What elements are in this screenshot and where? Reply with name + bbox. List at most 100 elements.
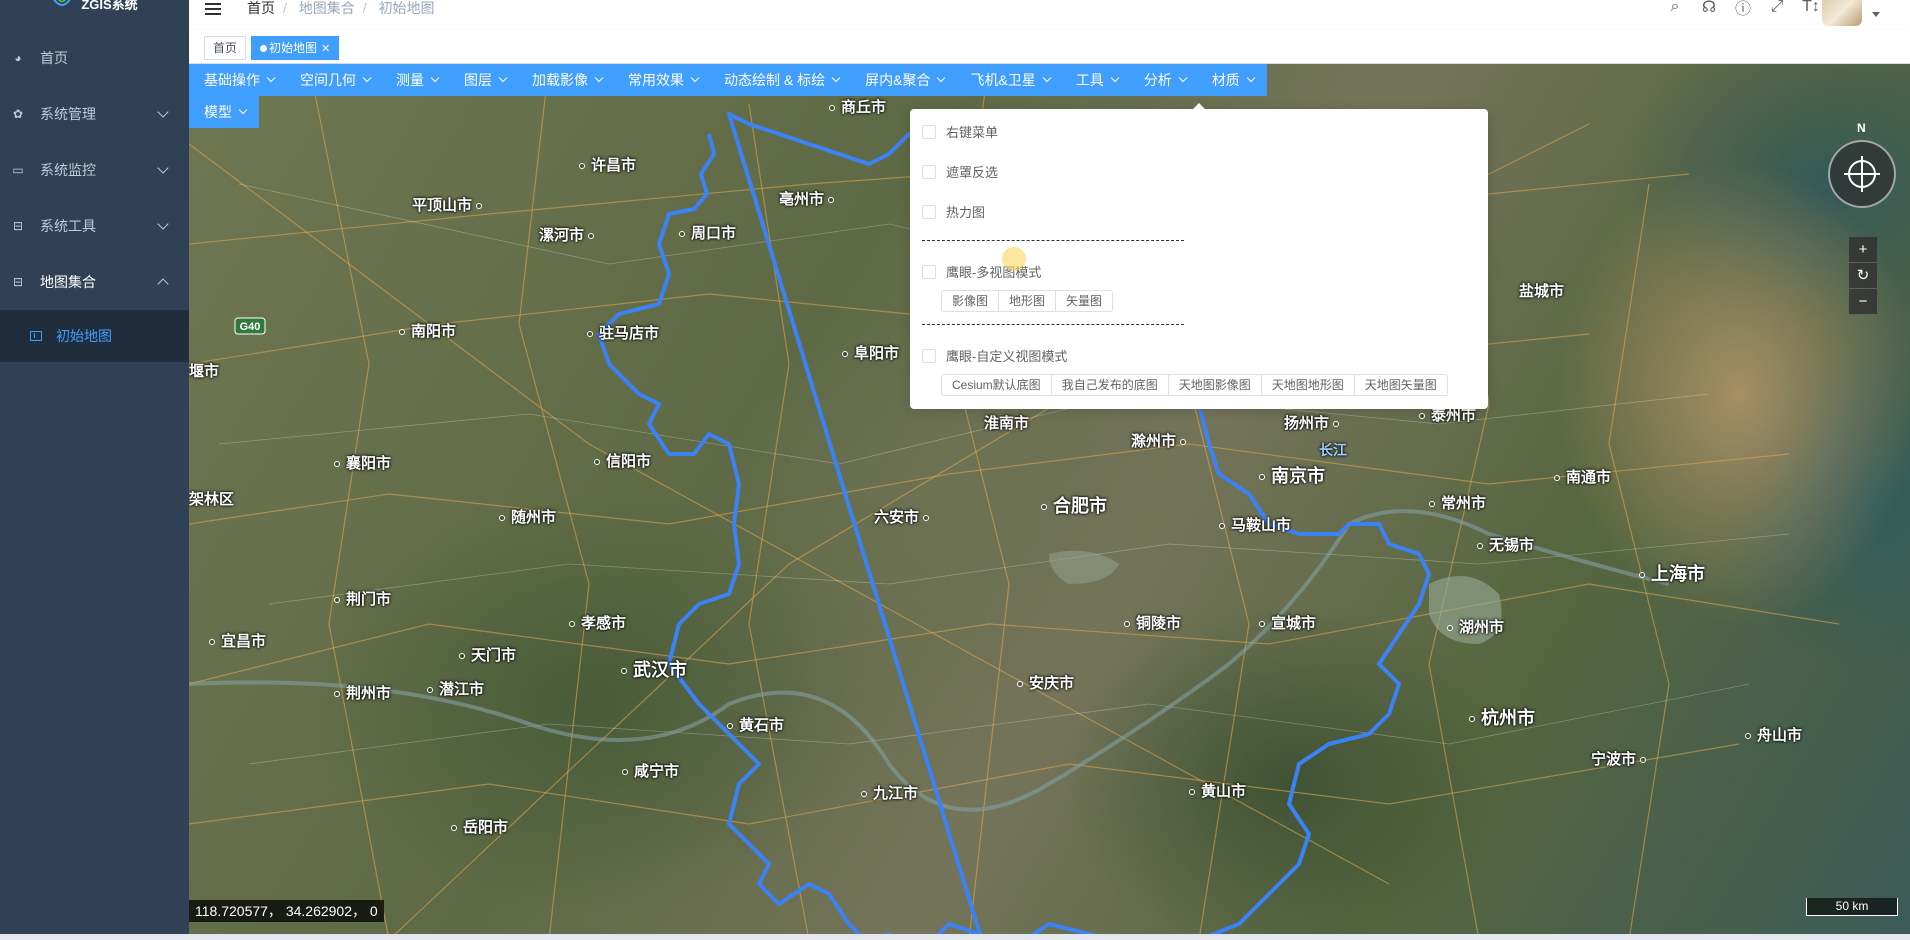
tag-initial-map[interactable]: 初始地图 ✕ [251, 36, 340, 60]
map-toolbar-row2: 模型 [189, 96, 259, 128]
imagery-map-button[interactable]: 影像图 [941, 290, 1000, 312]
header-tools: ⌕ ☊ ⓘ ⤢ T↕ [1666, 0, 1820, 18]
tianditu-vector-button[interactable]: 天地图矢量图 [1353, 374, 1448, 396]
search-icon[interactable]: ⌕ [1666, 0, 1684, 16]
menu-models[interactable]: 模型 [191, 96, 259, 128]
github-icon[interactable]: ☊ [1700, 0, 1718, 16]
city-label: 南京市 [1259, 462, 1325, 488]
city-label: 淮南市 [984, 415, 1030, 432]
sidebar-item-label: 地图集合 [40, 274, 96, 290]
chevron-down-icon [498, 73, 508, 83]
city-label: 平顶山市 [412, 194, 488, 215]
menu-spatial-geometry[interactable]: 空间几何 [287, 64, 383, 96]
multi-view-button-group: 影像图 地形图 矢量图 [941, 290, 1114, 312]
my-published-basemap-button[interactable]: 我自己发布的底图 [1050, 374, 1169, 396]
sidebar-item-system-tools[interactable]: ⊟ 系统工具 [0, 198, 189, 254]
checkbox[interactable] [922, 264, 936, 279]
menu-dynamic-draw[interactable]: 动态绘制 & 标绘 [711, 64, 852, 96]
divider [922, 240, 1184, 241]
bottom-scrollbar-track [0, 934, 1910, 940]
coordinate-readout: 118.720577， 34.262902， 0 [189, 900, 384, 922]
avatar[interactable] [1822, 0, 1862, 26]
breadcrumb-item[interactable]: 首页 [247, 0, 275, 16]
checkbox[interactable] [922, 204, 936, 219]
city-label: 黄石市 [727, 714, 784, 735]
cesium-default-basemap-button[interactable]: Cesium默认底图 [941, 374, 1052, 396]
font-size-icon[interactable]: T↕ [1802, 0, 1820, 16]
menu-layers[interactable]: 图层 [451, 64, 519, 96]
city-label: 湖州市 [1447, 616, 1504, 637]
chevron-down-icon [1178, 73, 1188, 83]
caret-down-icon[interactable] [1872, 12, 1880, 17]
sidebar-item-home[interactable]: ◕ 首页 [0, 30, 189, 86]
close-icon[interactable]: ✕ [321, 43, 330, 55]
reset-view-button[interactable]: ↻ [1849, 263, 1877, 289]
city-label: 周口市 [679, 222, 736, 243]
chevron-up-icon [157, 278, 169, 290]
city-label: 六安市 [874, 506, 935, 527]
hamburger-icon[interactable] [205, 0, 221, 15]
sidebar: ZGIS系统 ◕ 首页 ✿ 系统管理 ▭ 系统监控 ⊟ 系统工具 ⊟ 地图集合 [0, 0, 189, 940]
sidebar-nav: ◕ 首页 ✿ 系统管理 ▭ 系统监控 ⊟ 系统工具 ⊟ 地图集合 初始地图 [0, 30, 189, 362]
checkbox-heatmap[interactable]: 热力图 [922, 202, 985, 221]
checkbox-eagle-eye-custom-view[interactable]: 鹰眼-自定义视图模式 [922, 346, 1067, 365]
map-toolbar: 基础操作 空间几何 测量 图层 加载影像 常用效果 动态绘制 & 标绘 屏内&聚… [189, 64, 1267, 96]
chevron-down-icon [157, 106, 169, 118]
tools-dropdown-panel: 右键菜单 遮罩反选 热力图 鹰眼-多视图模式 影像图 地形图 矢量图 鹰眼-自定… [910, 109, 1488, 409]
city-label: 宜昌市 [209, 630, 266, 651]
menu-basic-ops[interactable]: 基础操作 [191, 64, 287, 96]
tag-label: 初始地图 [269, 41, 318, 55]
menu-common-effects[interactable]: 常用效果 [615, 64, 711, 96]
chevron-down-icon [157, 218, 169, 230]
menu-aircraft-satellite[interactable]: 飞机&卫星 [957, 64, 1062, 96]
checkbox[interactable] [922, 164, 936, 179]
fullscreen-icon[interactable]: ⤢ [1768, 0, 1786, 16]
mouse-cursor-highlight [1002, 247, 1026, 271]
sidebar-item-label: 系统管理 [40, 106, 96, 122]
sidebar-subitem-initial-map[interactable]: 初始地图 [0, 310, 189, 362]
monitor-icon: ▭ [12, 163, 24, 177]
city-label: 武汉市 [621, 656, 687, 682]
tianditu-terrain-button[interactable]: 天地图地形图 [1260, 374, 1355, 396]
sidebar-item-system-management[interactable]: ✿ 系统管理 [0, 86, 189, 142]
chevron-down-icon [831, 73, 841, 83]
menu-tools[interactable]: 工具 [1063, 64, 1131, 96]
checkbox-label: 鹰眼-多视图模式 [946, 265, 1042, 280]
checkbox[interactable] [922, 124, 936, 139]
checkbox-label: 遮罩反选 [946, 165, 999, 180]
city-label: 阜阳市 [842, 342, 899, 363]
city-label: 架林区 [189, 491, 235, 508]
menu-load-imagery[interactable]: 加载影像 [519, 64, 615, 96]
breadcrumb-item: 初始地图 [378, 0, 435, 16]
help-icon[interactable]: ⓘ [1734, 0, 1752, 18]
top-navbar: 首页 / 地图集合 / 初始地图 ⌕ ☊ ⓘ ⤢ T↕ [189, 0, 1910, 30]
checkbox-mask-invert[interactable]: 遮罩反选 [922, 162, 998, 181]
toolbox-icon: ⊟ [12, 219, 24, 233]
tianditu-imagery-button[interactable]: 天地图影像图 [1167, 374, 1262, 396]
city-label: 黄山市 [1189, 780, 1246, 801]
zoom-in-button[interactable]: + [1849, 237, 1877, 263]
terrain-map-button[interactable]: 地形图 [998, 290, 1057, 312]
vector-map-button[interactable]: 矢量图 [1055, 290, 1114, 312]
menu-analysis[interactable]: 分析 [1131, 64, 1199, 96]
menu-measure[interactable]: 测量 [383, 64, 451, 96]
checkbox[interactable] [922, 348, 936, 363]
compass-north-label: N [1857, 121, 1866, 135]
checkbox-right-click-menu[interactable]: 右键菜单 [922, 122, 998, 141]
sidebar-item-system-monitor[interactable]: ▭ 系统监控 [0, 142, 189, 198]
city-label: 合肥市 [1041, 492, 1107, 518]
breadcrumb-item[interactable]: 地图集合 [299, 0, 355, 16]
navigation-compass[interactable]: N [1826, 118, 1898, 214]
city-label: 扬州市 [1284, 412, 1345, 433]
sidebar-item-map-collection[interactable]: ⊟ 地图集合 [0, 254, 189, 310]
tag-home[interactable]: 首页 [204, 36, 247, 60]
zoom-out-button[interactable]: − [1849, 289, 1877, 315]
tag-label: 首页 [213, 41, 238, 55]
chevron-down-icon [157, 162, 169, 174]
menu-cluster[interactable]: 屏内&聚合 [852, 64, 957, 96]
breadcrumb: 首页 / 地图集合 / 初始地图 [247, 0, 435, 16]
chevron-down-icon [1042, 73, 1052, 83]
menu-materials[interactable]: 材质 [1199, 64, 1267, 96]
app-logo[interactable]: ZGIS系统 [0, 0, 189, 18]
compass-icon[interactable] [1844, 156, 1880, 192]
